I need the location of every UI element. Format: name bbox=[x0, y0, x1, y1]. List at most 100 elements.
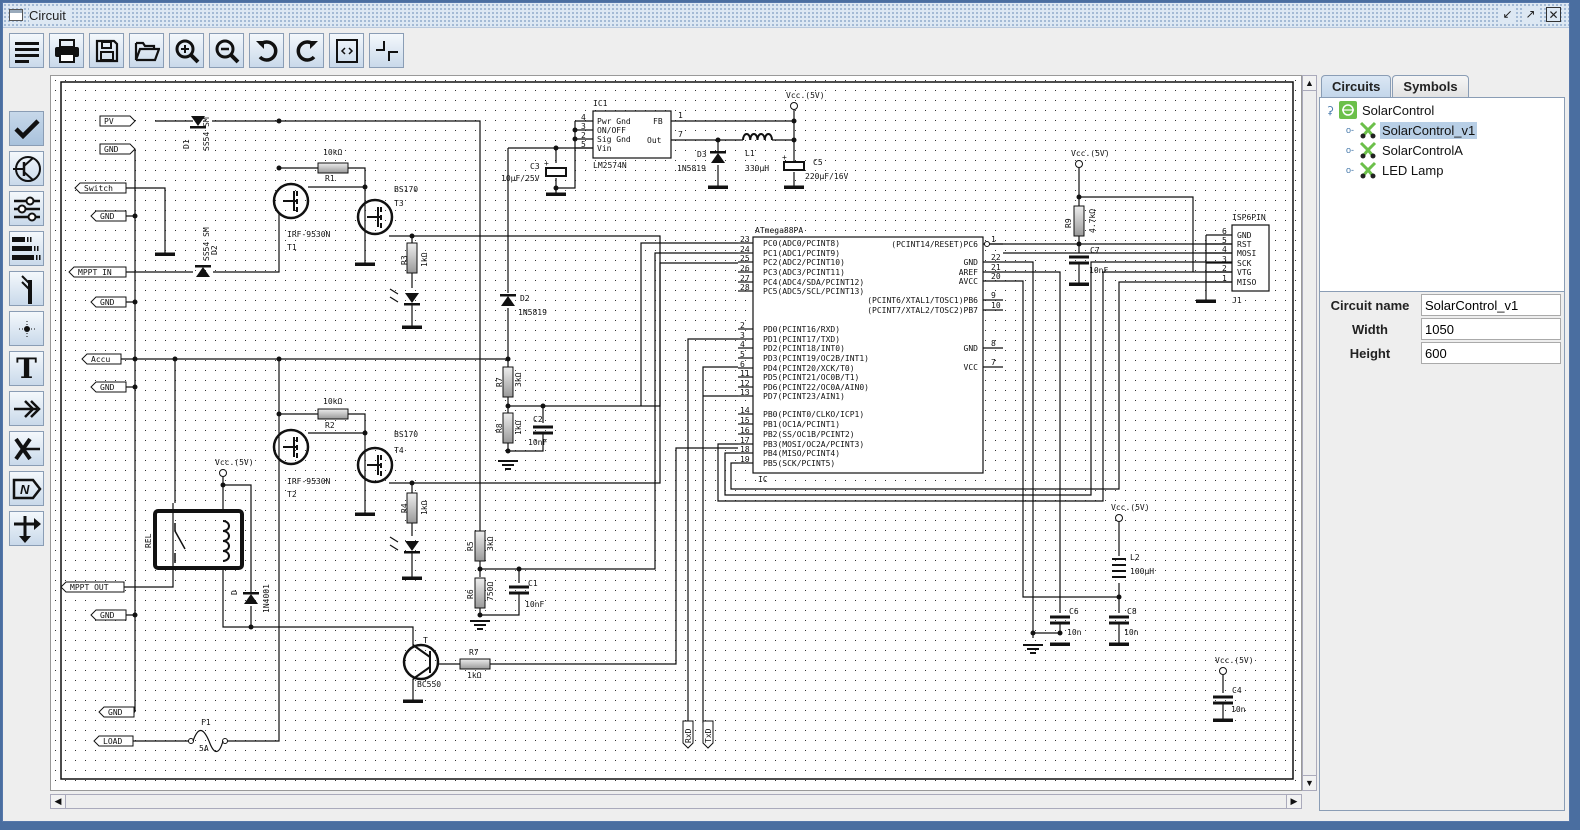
redo-button[interactable] bbox=[289, 33, 324, 68]
horizontal-scrollbar[interactable]: ◀ ▶ bbox=[50, 794, 1302, 809]
junction-icon bbox=[18, 320, 35, 337]
schematic-canvas[interactable]: PV GND Switch GND MPPT IN GND Accu GND MPPT OUT G… bbox=[50, 75, 1302, 791]
r9-value: 4.7kΩ bbox=[1088, 209, 1097, 233]
vertical-scrollbar[interactable]: ▲ ▼ bbox=[1302, 75, 1317, 791]
net-label-tool[interactable]: N bbox=[9, 471, 44, 506]
no-connect-tool[interactable] bbox=[9, 431, 44, 466]
mcu-pin-name: PD1(PCINT17/TXD) bbox=[763, 335, 840, 344]
restore-button[interactable]: ↙ bbox=[1500, 7, 1515, 22]
mcu-pin-name: (PCINT7/XTAL2/TOSC2)PB7 bbox=[867, 306, 978, 315]
mcu-pin-num: 1 bbox=[991, 235, 996, 244]
mcu-pin-num: 20 bbox=[991, 272, 1001, 281]
ic1-pin-num: 3 bbox=[581, 122, 586, 131]
circuit-name-field[interactable] bbox=[1421, 294, 1561, 316]
tree-item[interactable]: o- SolarControl_v1 bbox=[1346, 120, 1478, 140]
t4-value: BS170 bbox=[394, 430, 418, 439]
mcu-pin-num: 17 bbox=[740, 436, 750, 445]
l1-value: 330µH bbox=[745, 164, 769, 173]
ic1-pin-name: Sig Gnd bbox=[597, 135, 631, 144]
zoom-in-button[interactable] bbox=[169, 33, 204, 68]
right-panel: Circuits Symbols ⚳ SolarControl o- Solar… bbox=[1319, 75, 1565, 811]
prop-height: Height bbox=[1320, 342, 1566, 366]
menu-button[interactable] bbox=[9, 33, 44, 68]
tool-palette: T N bbox=[9, 111, 44, 546]
junction-tool[interactable] bbox=[9, 311, 44, 346]
port-text: PV bbox=[104, 117, 114, 126]
isp-pin-num: 2 bbox=[1222, 264, 1227, 273]
open-button[interactable] bbox=[129, 33, 164, 68]
junction-dot bbox=[362, 430, 368, 436]
mcu-pin-name: PB1(OC1A/PCINT1) bbox=[763, 420, 840, 429]
mcu-pin-name: (PCINT14/RESET)PC6 bbox=[891, 240, 978, 249]
t1-ref: T1 bbox=[287, 243, 297, 252]
prop-label: Width bbox=[1352, 322, 1388, 337]
code-view-button[interactable] bbox=[329, 33, 364, 68]
select-tool[interactable] bbox=[9, 111, 44, 146]
c5-value: 220µF/16V bbox=[805, 172, 849, 181]
bus-tool[interactable] bbox=[9, 231, 44, 266]
tree-root[interactable]: ⚳ SolarControl bbox=[1326, 100, 1436, 120]
scroll-right-button[interactable]: ▶ bbox=[1286, 795, 1301, 808]
tab-circuits[interactable]: Circuits bbox=[1321, 75, 1392, 97]
r2-ref: R2 bbox=[325, 421, 335, 430]
port-text: GND bbox=[100, 383, 115, 392]
zoom-in-icon bbox=[175, 39, 199, 63]
d-value: 1N4001 bbox=[262, 584, 271, 613]
circuit-icon bbox=[1359, 141, 1377, 159]
width-field[interactable] bbox=[1421, 318, 1561, 340]
wire-tool[interactable] bbox=[9, 271, 44, 306]
scroll-down-button[interactable]: ▼ bbox=[1303, 775, 1316, 790]
schematic-drawing[interactable]: PV GND Switch GND MPPT IN GND Accu GND MPPT OUT G… bbox=[51, 76, 1302, 791]
t3-ref: T3 bbox=[394, 199, 404, 208]
ground-symbol bbox=[403, 699, 423, 703]
text-tool[interactable]: T bbox=[9, 351, 44, 386]
tree-item[interactable]: o- SolarControlA bbox=[1346, 140, 1465, 160]
tree-branch-icon: o- bbox=[1346, 165, 1355, 175]
move-tool[interactable] bbox=[9, 511, 44, 546]
height-field[interactable] bbox=[1421, 342, 1561, 364]
transistor-tool[interactable] bbox=[9, 151, 44, 186]
tree-item[interactable]: o- LED Lamp bbox=[1346, 160, 1445, 180]
ground-symbol bbox=[1196, 299, 1216, 303]
isp-name: ISP6PIN bbox=[1232, 213, 1266, 222]
signal-tool[interactable] bbox=[9, 391, 44, 426]
isp-pin-name: SCK bbox=[1237, 259, 1252, 268]
tab-symbols[interactable]: Symbols bbox=[1392, 75, 1469, 97]
scroll-up-button[interactable]: ▲ bbox=[1303, 76, 1316, 91]
bus-icon bbox=[11, 236, 40, 260]
ic1-pin-num: 1 bbox=[678, 111, 683, 120]
mcu-pin-num: 7 bbox=[991, 358, 996, 367]
mcu-ref: IC bbox=[758, 475, 768, 484]
diode-bar bbox=[404, 551, 420, 554]
isp-pin-name: VTG bbox=[1237, 268, 1252, 277]
save-button[interactable] bbox=[89, 33, 124, 68]
junction-dot bbox=[220, 482, 226, 488]
code-icon bbox=[335, 38, 358, 63]
print-button[interactable] bbox=[49, 33, 84, 68]
junction-dot bbox=[791, 137, 797, 143]
tree-item-label: LED Lamp bbox=[1382, 162, 1444, 178]
properties-tool[interactable] bbox=[9, 191, 44, 226]
port-text: MPPT IN bbox=[78, 268, 112, 277]
mcu-pin-name: PD3(PCINT19/OC2B/INT1) bbox=[763, 354, 869, 363]
tree-expand-icon[interactable]: ⚳ bbox=[1326, 104, 1338, 117]
junction-dot bbox=[409, 480, 415, 486]
close-button[interactable]: ✕ bbox=[1546, 7, 1561, 22]
electrolytic-capacitor bbox=[545, 167, 567, 177]
mcu-pin-num: 6 bbox=[740, 360, 745, 369]
resistor bbox=[502, 366, 514, 398]
maximize-button[interactable]: ↗ bbox=[1523, 7, 1538, 22]
mcu-pin-num: 2 bbox=[740, 321, 745, 330]
text-icon: T bbox=[16, 351, 37, 385]
zoom-out-button[interactable] bbox=[209, 33, 244, 68]
isp-pin-name: RST bbox=[1237, 240, 1252, 249]
snap-button[interactable] bbox=[369, 33, 404, 68]
r8-value: 1kΩ bbox=[514, 420, 523, 435]
undo-button[interactable] bbox=[249, 33, 284, 68]
mcu-pin-num: 4 bbox=[740, 340, 745, 349]
c3-ref: C3 bbox=[530, 162, 540, 171]
redo-icon bbox=[296, 39, 318, 62]
scroll-left-button[interactable]: ◀ bbox=[51, 795, 66, 808]
prop-width: Width bbox=[1320, 318, 1566, 342]
isp-ref: J1 bbox=[1232, 296, 1242, 305]
